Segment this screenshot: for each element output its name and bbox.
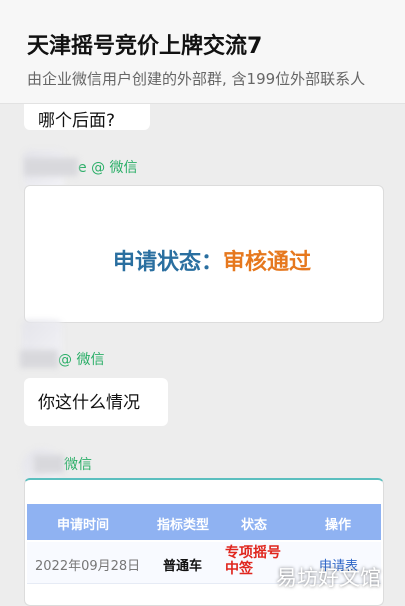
- chat-header: 天津摇号竞价上牌交流7 由企业微信用户创建的外部群, 含199位外部联系人: [0, 0, 405, 104]
- table-header: 申请时间 指标类型 状态 操作: [27, 504, 381, 540]
- image-message[interactable]: 申请状态：审核通过: [24, 185, 384, 323]
- message-text: 你这什么情况: [38, 393, 140, 413]
- status-label: 申请状态：: [113, 250, 224, 275]
- blurred-name: [20, 350, 58, 368]
- sender-name: e @ 微信: [24, 157, 138, 177]
- sender-suffix: @ 微信: [58, 352, 105, 368]
- group-title[interactable]: 天津摇号竞价上牌交流7: [27, 28, 262, 60]
- sender-suffix: e @ 微信: [78, 160, 138, 176]
- blurred-name: [34, 455, 64, 473]
- sender-suffix: 微信: [64, 457, 92, 473]
- message-bubble[interactable]: 你这什么情况: [24, 378, 168, 426]
- blurred-name: [24, 158, 78, 176]
- column-header: 指标类型: [157, 518, 210, 533]
- column-header: 状态: [241, 518, 268, 533]
- application-status: 申请状态：审核通过: [113, 244, 311, 276]
- cell-type: 普通车: [163, 559, 203, 574]
- status-value: 审核通过: [223, 250, 312, 275]
- group-subtitle: 由企业微信用户创建的外部群, 含199位外部联系人: [27, 70, 366, 88]
- cell-date: 2022年09月28日: [35, 559, 141, 574]
- column-header: 申请时间: [57, 518, 110, 533]
- watermark: 易坊好文馆: [276, 566, 381, 590]
- sender-name: 微信: [34, 454, 92, 474]
- sender-name: @ 微信: [20, 349, 104, 369]
- message-text: 哪个后面?: [38, 111, 116, 131]
- column-header: 操作: [325, 518, 352, 533]
